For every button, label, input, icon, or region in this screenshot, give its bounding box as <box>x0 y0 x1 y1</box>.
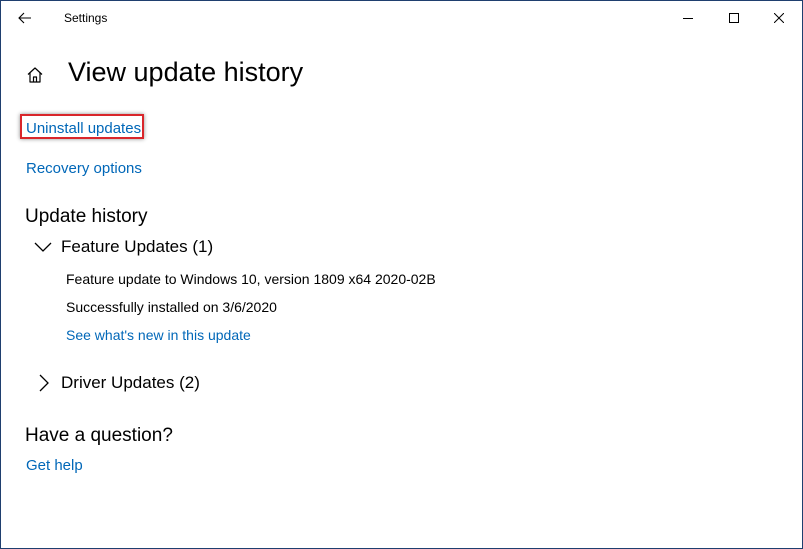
driver-updates-label: Driver Updates (2) <box>61 373 200 392</box>
home-icon <box>27 67 43 83</box>
update-history-heading: Update history <box>25 206 148 227</box>
recovery-options-link[interactable]: Recovery options <box>26 160 142 177</box>
have-a-question-heading: Have a question? <box>25 425 173 446</box>
window-title: Settings <box>64 11 108 25</box>
close-button[interactable] <box>756 1 802 35</box>
update-item-status: Successfully installed on 3/6/2020 <box>66 299 277 315</box>
update-item-name: Feature update to Windows 10, version 18… <box>66 271 436 287</box>
chevron-down-icon <box>33 237 53 257</box>
home-button[interactable] <box>23 63 47 87</box>
minimize-button[interactable] <box>665 1 711 35</box>
back-button[interactable] <box>9 3 41 33</box>
get-help-link[interactable]: Get help <box>26 457 83 474</box>
feature-updates-label: Feature Updates (1) <box>61 237 214 256</box>
feature-updates-group-header[interactable]: Feature Updates (1) <box>33 235 213 259</box>
back-arrow-icon <box>18 12 31 24</box>
close-icon <box>774 13 784 23</box>
title-bar: Settings <box>1 1 802 35</box>
chevron-right-icon <box>33 373 53 393</box>
uninstall-updates-link[interactable]: Uninstall updates <box>26 120 141 137</box>
driver-updates-group-header[interactable]: Driver Updates (2) <box>33 371 200 395</box>
page-title: View update history <box>68 57 304 87</box>
see-whats-new-link[interactable]: See what's new in this update <box>66 327 251 343</box>
settings-window: Settings View update history Uninstall u… <box>0 0 803 549</box>
maximize-button[interactable] <box>711 1 757 35</box>
maximize-icon <box>729 13 739 23</box>
minimize-icon <box>683 18 693 19</box>
